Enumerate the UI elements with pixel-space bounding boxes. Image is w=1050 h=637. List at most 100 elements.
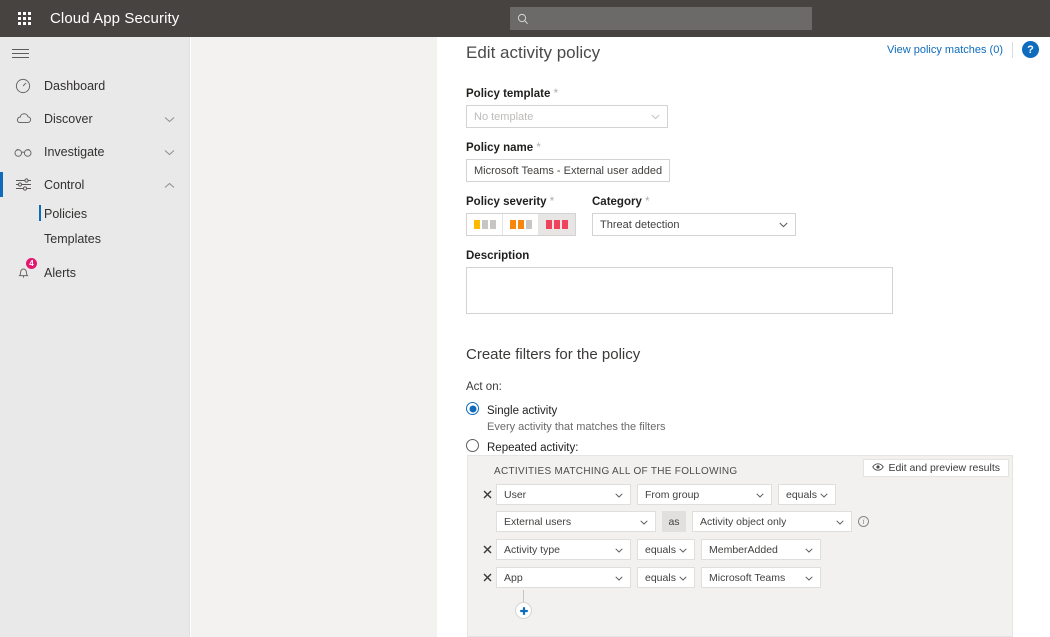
create-filters-heading: Create filters for the policy <box>466 346 1050 363</box>
add-plus-icon[interactable] <box>515 602 532 619</box>
filter-value-select[interactable]: MemberAdded <box>701 539 821 560</box>
description-label: Description <box>466 250 1050 262</box>
severity-medium-button[interactable] <box>503 214 539 235</box>
sidebar-item-control[interactable]: Control <box>0 168 189 201</box>
sidebar-item-policies[interactable]: Policies <box>0 201 189 226</box>
severity-high-button[interactable] <box>539 214 575 235</box>
policy-name-label: Policy name * <box>466 142 1050 154</box>
gauge-icon <box>12 75 34 97</box>
sidebar-item-investigate[interactable]: Investigate <box>0 135 189 168</box>
radio-button[interactable] <box>466 402 479 415</box>
sliders-icon <box>12 174 34 196</box>
chevron-up-icon[interactable] <box>164 178 175 192</box>
alert-bell-icon: 4 <box>12 262 34 284</box>
chevron-down-icon <box>615 572 623 584</box>
sidebar-item-discover[interactable]: Discover <box>0 102 189 135</box>
filter-row-secondary: External users as Activity object only i <box>468 511 1012 532</box>
header-divider <box>1012 42 1013 58</box>
filter-row: Activity type equals MemberAdded <box>468 539 1012 560</box>
view-policy-matches-link[interactable]: View policy matches (0) <box>887 44 1012 56</box>
preview-button-label: Edit and preview results <box>889 462 1000 474</box>
remove-x-icon[interactable] <box>478 545 496 554</box>
search-icon <box>517 13 529 25</box>
severity-bar <box>490 220 496 229</box>
severity-bar <box>526 220 532 229</box>
filters-panel: ACTIVITIES MATCHING ALL OF THE FOLLOWING… <box>467 455 1013 637</box>
policy-name-input[interactable]: Microsoft Teams - External user added to… <box>466 159 670 182</box>
remove-x-icon[interactable] <box>478 573 496 582</box>
cloud-icon <box>12 108 34 130</box>
act-on-label: Act on: <box>466 381 1050 393</box>
description-field: Description <box>466 250 1050 319</box>
sidebar-item-templates[interactable]: Templates <box>0 226 189 251</box>
description-textarea[interactable] <box>466 267 893 314</box>
chevron-down-icon <box>640 516 648 528</box>
sidebar-item-alerts[interactable]: 4 Alerts <box>0 256 189 289</box>
severity-low-button[interactable] <box>467 214 503 235</box>
panel-header-actions: View policy matches (0) ? <box>887 41 1039 58</box>
radio-button[interactable] <box>466 439 479 452</box>
severity-bar <box>482 220 488 229</box>
filter-operator-select[interactable]: equals <box>637 567 695 588</box>
alerts-badge: 4 <box>25 257 38 270</box>
sidebar-item-label: Discover <box>44 112 164 126</box>
hamburger-menu-icon[interactable] <box>0 37 189 69</box>
filter-field-select[interactable]: Activity type <box>496 539 631 560</box>
filter-field-select[interactable]: App <box>496 567 631 588</box>
remove-x-icon[interactable] <box>478 490 496 499</box>
app-title: Cloud App Security <box>50 10 179 27</box>
policy-name-field: Policy name * Microsoft Teams - External… <box>466 142 1050 182</box>
filter-value-select[interactable]: External users <box>496 511 656 532</box>
info-circle-icon[interactable]: i <box>858 516 869 527</box>
search-input[interactable] <box>534 12 805 26</box>
filter-operator-select[interactable]: equals <box>778 484 836 505</box>
radio-text: Single activity Every activity that matc… <box>487 401 666 433</box>
policy-severity-field: Policy severity * <box>466 196 576 236</box>
severity-bar <box>554 220 560 229</box>
filter-field-select[interactable]: User <box>496 484 631 505</box>
chevron-down-icon <box>820 489 828 501</box>
filter-value-select[interactable]: Microsoft Teams <box>701 567 821 588</box>
severity-category-row: Policy severity * <box>466 196 1050 236</box>
filter-condition-select[interactable]: From group <box>637 484 772 505</box>
global-search-box[interactable] <box>510 7 812 30</box>
severity-bar <box>510 220 516 229</box>
chevron-down-icon <box>615 489 623 501</box>
category-label: Category * <box>592 196 796 208</box>
connector-line <box>523 590 524 602</box>
filter-row: User From group equals <box>468 484 1012 505</box>
eye-icon <box>872 462 884 474</box>
chevron-down-icon <box>651 111 660 123</box>
category-select[interactable]: Threat detection <box>592 213 796 236</box>
radio-single-activity[interactable]: Single activity Every activity that matc… <box>466 401 1050 433</box>
left-sidebar: Dashboard Discover Investigate <box>0 37 190 637</box>
app-launcher-grid-icon[interactable] <box>0 0 48 37</box>
sidebar-subitem-label: Policies <box>44 207 87 221</box>
filter-row: App equals Microsoft Teams <box>468 567 1012 588</box>
top-app-bar: Cloud App Security <box>0 0 1050 37</box>
chevron-down-icon[interactable] <box>164 112 175 126</box>
panel-header: Edit activity policy View policy matches… <box>437 37 1050 74</box>
sidebar-item-label: Investigate <box>44 145 164 159</box>
policy-severity-label: Policy severity * <box>466 196 576 208</box>
policy-template-field: Policy template * No template <box>466 88 1050 128</box>
background-pane <box>191 37 437 637</box>
filter-scope-select[interactable]: Activity object only <box>692 511 852 532</box>
policy-severity-selector <box>466 213 576 236</box>
help-question-icon[interactable]: ? <box>1022 41 1039 58</box>
policy-template-select[interactable]: No template <box>466 105 668 128</box>
binoculars-icon <box>12 141 34 163</box>
severity-bar <box>518 220 524 229</box>
edit-and-preview-results-button[interactable]: Edit and preview results <box>863 459 1009 477</box>
chevron-down-icon <box>836 516 844 528</box>
chevron-down-icon <box>779 219 788 231</box>
add-filter-wrapper <box>515 590 1012 619</box>
policy-template-label: Policy template * <box>466 88 1050 100</box>
chevron-down-icon[interactable] <box>164 145 175 159</box>
sidebar-subitem-label: Templates <box>44 232 101 246</box>
policy-form: Policy template * No template Policy nam… <box>437 74 1050 470</box>
filter-operator-select[interactable]: equals <box>637 539 695 560</box>
chevron-down-icon <box>756 489 764 501</box>
sidebar-item-dashboard[interactable]: Dashboard <box>0 69 189 102</box>
chevron-down-icon <box>615 544 623 556</box>
